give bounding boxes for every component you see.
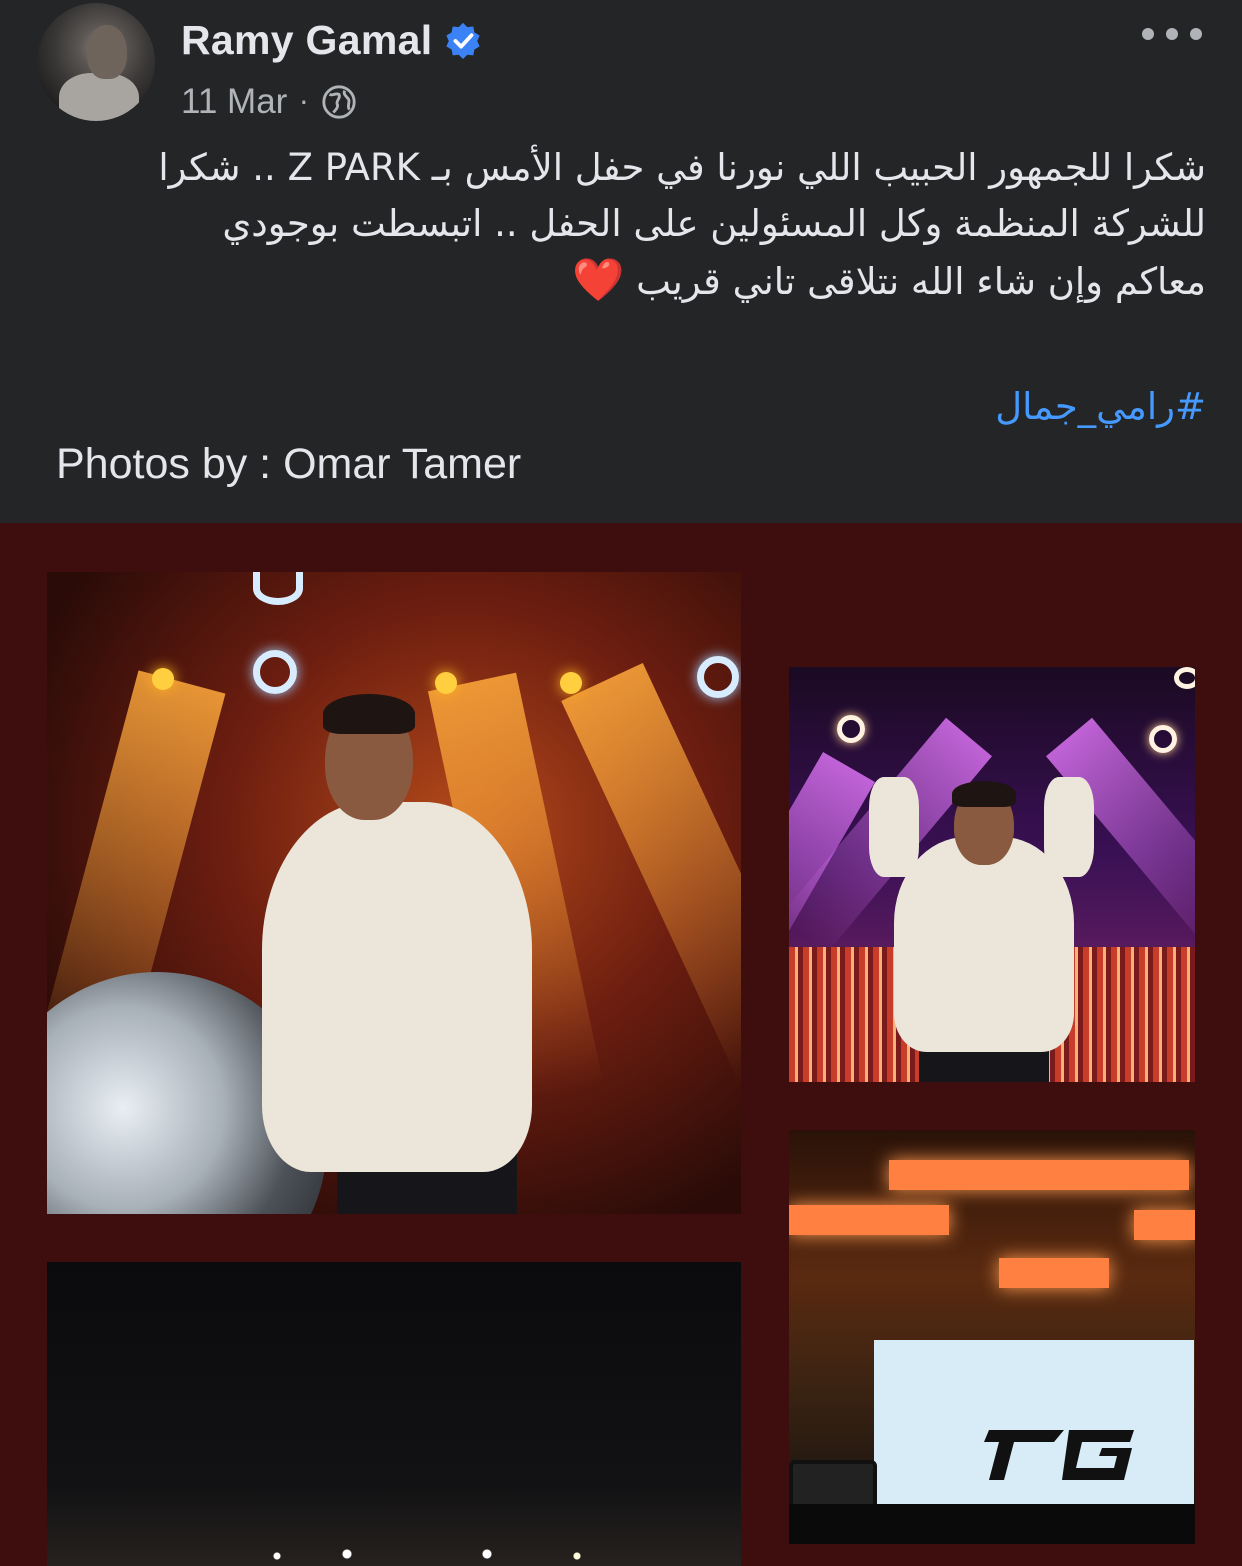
author-name[interactable]: Ramy Gamal	[181, 17, 432, 64]
post-meta: 11 Mar ·	[181, 80, 358, 124]
crowd-photo-night[interactable]	[47, 1262, 741, 1566]
date-separator: ·	[299, 85, 309, 119]
post-text: شكرا للجمهور الحبيب اللي نورنا في حفل ال…	[40, 140, 1206, 310]
author-row: Ramy Gamal	[181, 14, 482, 66]
post-text-line-2: معاكم وإن شاء الله نتلاقى تاني قريب ❤️	[40, 252, 1206, 310]
post-text-line-2-text: معاكم وإن شاء الله نتلاقى تاني قريب	[636, 260, 1206, 303]
stage-photo-singing[interactable]	[47, 572, 741, 1214]
author-avatar[interactable]	[37, 3, 155, 121]
stage-photo-logo-screen[interactable]	[789, 1130, 1195, 1544]
photo-credit: Photos by : Omar Tamer	[56, 440, 522, 488]
post-text-line-1: شكرا للجمهور الحبيب اللي نورنا في حفل ال…	[158, 146, 1206, 245]
heart-emoji: ❤️	[572, 255, 625, 304]
post-body: شكرا للجمهور الحبيب اللي نورنا في حفل ال…	[40, 140, 1206, 310]
verified-badge-icon	[446, 22, 481, 59]
stage-logo-icon	[984, 1430, 1134, 1480]
post-date[interactable]: 11 Mar	[181, 82, 287, 122]
globe-icon	[322, 85, 356, 119]
hashtag-link[interactable]: #رامي_جمال	[995, 385, 1206, 428]
photo-gallery	[0, 523, 1242, 1566]
more-options-icon[interactable]	[1142, 22, 1202, 46]
post-header: Ramy Gamal 11 Mar ·	[0, 0, 1242, 140]
stage-photo-heart-hands[interactable]	[789, 667, 1195, 1082]
